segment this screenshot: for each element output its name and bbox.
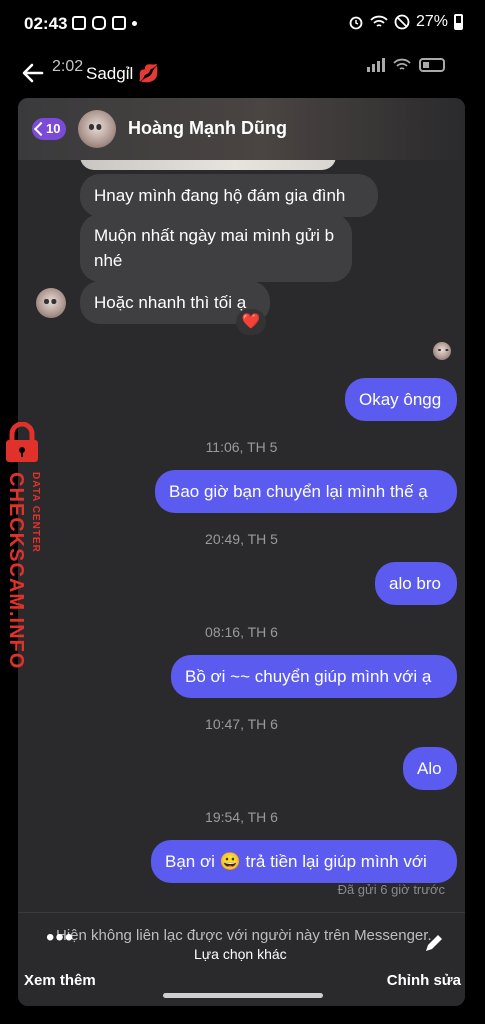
status-bar: 02:43 27% xyxy=(0,0,485,46)
message-outgoing[interactable]: Bạn ơi 😀 trả tiền lại giúp mình với xyxy=(151,840,457,883)
timestamp: 08:16, TH 6 xyxy=(205,624,278,640)
battery-icon xyxy=(419,58,445,72)
back-unread-badge[interactable]: 10 xyxy=(32,118,67,140)
signal-icon xyxy=(367,58,385,72)
watermark-subtext: DATA CENTER xyxy=(30,472,41,553)
timestamp: 20:49, TH 5 xyxy=(205,531,278,547)
pencil-icon[interactable] xyxy=(421,930,447,956)
back-arrow-icon[interactable] xyxy=(20,60,46,86)
story-username[interactable]: Sadgỉl 💋 xyxy=(86,64,159,84)
wifi-icon xyxy=(370,15,388,27)
status-right: 27% xyxy=(348,13,463,31)
status-time: 02:43 xyxy=(24,14,68,33)
message-outgoing[interactable]: Bao giờ bạn chuyển lại mình thế ạ xyxy=(155,470,457,513)
contact-avatar[interactable] xyxy=(78,110,116,148)
bottom-bar: ••• Xem thêm Chỉnh sửa xyxy=(0,924,485,1024)
chat-header: 10 Hoàng Mạnh Dũng xyxy=(18,98,465,160)
more-notifications-icon xyxy=(132,20,137,26)
dnd-icon xyxy=(394,14,410,30)
contact-name[interactable]: Hoàng Mạnh Dũng xyxy=(128,118,287,139)
seen-avatar xyxy=(433,342,451,360)
sender-avatar xyxy=(36,288,66,318)
messenger-screenshot: 10 Hoàng Mạnh Dũng Hnay mình đang hộ đám… xyxy=(18,98,465,1006)
more-dots-icon[interactable]: ••• xyxy=(46,924,74,952)
message-incoming[interactable]: Hnay mình đang hộ đám gia đình xyxy=(80,174,378,217)
gallery-icon xyxy=(72,16,86,30)
home-indicator[interactable] xyxy=(163,993,323,998)
instagram-icon xyxy=(92,16,106,30)
lock-icon xyxy=(6,422,38,462)
watermark: CHECKSCAM.INFO DATA CENTER xyxy=(0,422,52,669)
timestamp: 10:47, TH 6 xyxy=(205,716,278,732)
screenshot-status-icons xyxy=(367,58,445,72)
see-more-button[interactable]: Xem thêm xyxy=(24,972,96,989)
message-outgoing[interactable]: Alo xyxy=(403,747,457,790)
message-incoming[interactable]: Muộn nhất ngày mai mình gửi b nhé xyxy=(80,214,352,282)
heart-reaction[interactable]: ❤️ xyxy=(236,309,266,335)
wifi-icon xyxy=(393,58,411,70)
story-time: 2:02 xyxy=(52,58,84,75)
message-outgoing[interactable]: Okay ôngg xyxy=(345,378,457,421)
alarm-icon xyxy=(349,16,363,30)
battery-icon xyxy=(454,14,463,30)
battery-percent: 27% xyxy=(415,13,448,30)
watermark-text: CHECKSCAM.INFO xyxy=(5,472,27,670)
notification-icons xyxy=(72,16,137,30)
sent-status: Đã gửi 6 giờ trước xyxy=(337,882,445,897)
timestamp: 19:54, TH 6 xyxy=(205,809,278,825)
unavailable-notice: Hiện không liên lạc được với người này t… xyxy=(56,927,432,944)
message-outgoing[interactable]: alo bro xyxy=(375,562,457,605)
edit-button[interactable]: Chỉnh sửa xyxy=(387,972,461,989)
story-header: 2:02 Sadgỉl 💋 xyxy=(0,50,485,96)
timestamp: 11:06, TH 5 xyxy=(205,439,278,455)
app-icon xyxy=(112,16,126,30)
message-outgoing[interactable]: Bồ ơi ~~ chuyển giúp mình với ạ xyxy=(171,655,457,698)
